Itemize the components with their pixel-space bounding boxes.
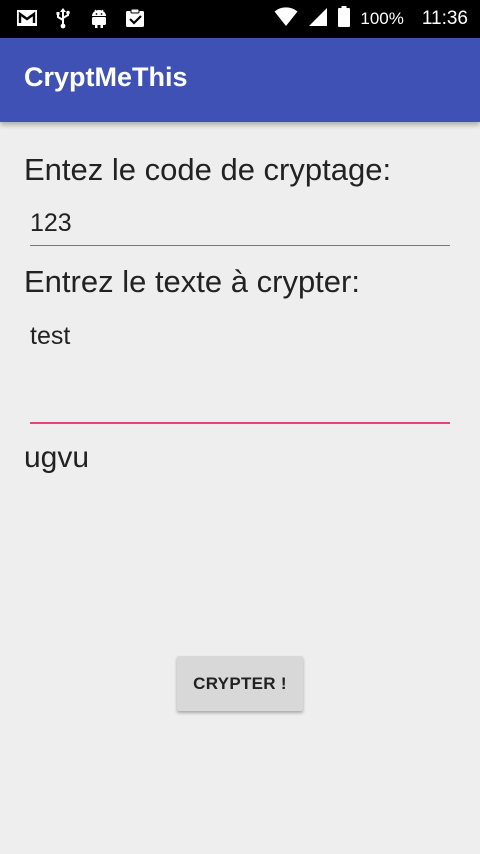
clock: 11:36 — [421, 8, 468, 29]
clipboard-check-icon — [124, 7, 146, 29]
code-label: Entez le code de cryptage: — [24, 152, 392, 187]
gmail-icon — [16, 7, 38, 29]
system-status: 100% 11:36 — [274, 0, 468, 38]
app-bar: CryptMeThis — [0, 38, 480, 122]
code-input-value: 123 — [30, 209, 72, 237]
text-label: Entrez le texte à crypter: — [24, 264, 360, 299]
text-input-value: test — [30, 322, 71, 350]
encrypted-result: ugvu — [24, 441, 90, 474]
usb-icon — [52, 7, 74, 29]
battery-percent: 100% — [360, 9, 404, 28]
android-debug-icon — [88, 7, 110, 29]
app-title: CryptMeThis — [24, 62, 188, 92]
wifi-icon — [274, 6, 298, 32]
crypt-button[interactable]: CRYPTER ! — [177, 656, 303, 711]
code-input[interactable]: 123 — [30, 205, 450, 246]
notification-icons — [16, 7, 146, 29]
battery-icon — [338, 6, 351, 32]
status-bar: 100% 11:36 — [0, 0, 480, 38]
signal-icon — [308, 7, 328, 32]
text-input[interactable]: test — [30, 318, 450, 424]
